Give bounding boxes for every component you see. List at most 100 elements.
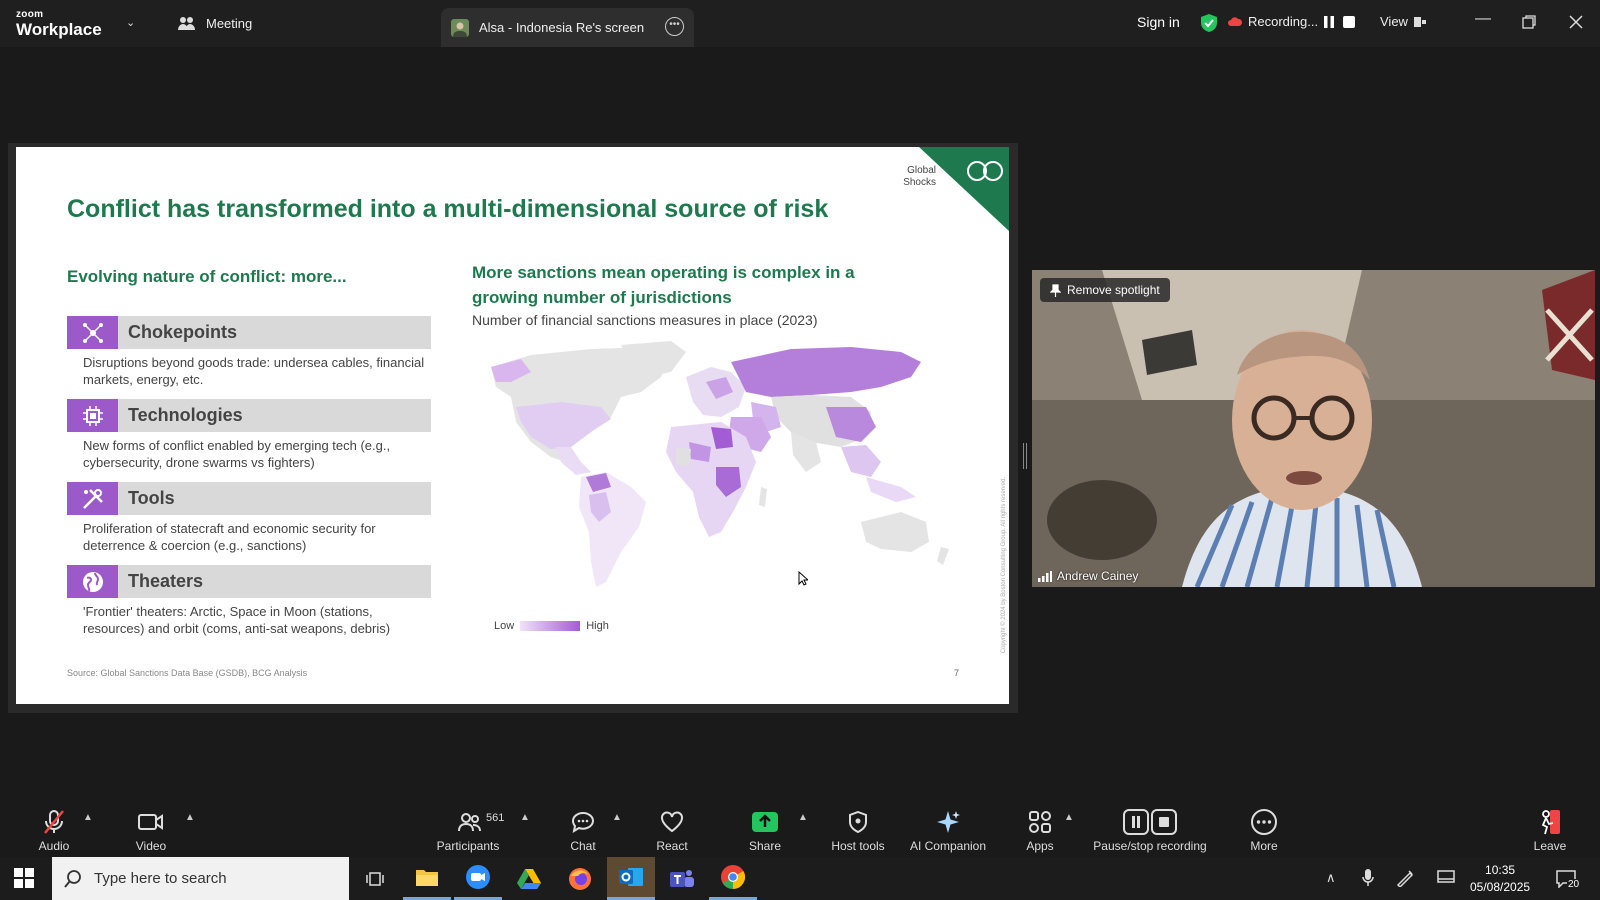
search-icon <box>64 869 81 888</box>
sparkle-icon <box>937 811 960 833</box>
audio-label: Audio <box>38 839 70 853</box>
item-bar: Technologies <box>67 399 431 432</box>
stop-recording-icon[interactable] <box>1342 15 1356 29</box>
panel-resize-handle[interactable] <box>1023 443 1027 469</box>
network-nodes-icon <box>67 316 118 349</box>
restore-icon[interactable] <box>1522 15 1536 29</box>
tray-microphone-icon[interactable] <box>1362 869 1374 887</box>
tray-pen-icon[interactable] <box>1396 869 1414 887</box>
participant-name: Andrew Cainey <box>1057 569 1139 583</box>
video-button[interactable]: Video <box>130 807 172 853</box>
pause-stop-icon <box>1123 809 1177 835</box>
google-drive-icon[interactable] <box>505 857 553 900</box>
recording-indicator[interactable]: Recording... <box>1228 14 1318 29</box>
sign-in-button[interactable]: Sign in <box>1137 14 1180 30</box>
pin-icon <box>1050 283 1061 297</box>
item-label: Technologies <box>128 405 243 425</box>
audio-options-caret-icon[interactable]: ▲ <box>83 812 93 823</box>
global-shocks-label: Global Shocks <box>903 165 936 189</box>
participants-icon <box>458 813 481 832</box>
tab-shared-screen[interactable]: Alsa - Indonesia Re's screen ••• <box>441 8 694 47</box>
clock-date: 05/08/2025 <box>1470 880 1531 894</box>
share-button[interactable]: Share <box>745 807 785 853</box>
windows-taskbar: Type here to search ∧ 10:35 05/08/2025 2… <box>0 857 1600 900</box>
item-description: New forms of conflict enabled by emergin… <box>83 438 391 470</box>
speaker-video-feed <box>1032 270 1595 587</box>
encryption-shield-icon[interactable] <box>1200 13 1218 33</box>
slide-copyright: Copyright © 2024 by Boston Consulting Gr… <box>1001 477 1007 654</box>
remove-spotlight-button[interactable]: Remove spotlight <box>1040 278 1170 302</box>
taskbar-clock[interactable]: 10:35 05/08/2025 <box>1470 862 1530 896</box>
more-icon <box>1251 809 1277 835</box>
clock-time: 10:35 <box>1485 863 1516 877</box>
tray-display-icon[interactable] <box>1437 870 1455 886</box>
world-sanctions-map <box>491 341 949 587</box>
share-options-caret-icon[interactable]: ▲ <box>798 812 808 823</box>
muted-microphone-icon <box>44 810 64 834</box>
chat-icon <box>571 812 595 833</box>
view-menu-button[interactable]: View <box>1380 14 1426 29</box>
chat-options-caret-icon[interactable]: ▲ <box>612 812 622 823</box>
ai-companion-button[interactable]: AI Companion <box>906 807 990 853</box>
apps-options-caret-icon[interactable]: ▲ <box>1064 812 1074 823</box>
mouse-cursor-icon <box>798 571 808 586</box>
pause-stop-recording-button[interactable]: Pause/stop recording <box>1088 807 1212 853</box>
leave-button[interactable]: Leave <box>1530 807 1570 853</box>
leave-icon <box>1541 810 1560 835</box>
react-button[interactable]: React <box>652 807 692 853</box>
avatar-icon <box>451 18 469 37</box>
chevron-down-icon[interactable]: ⌄ <box>126 16 135 29</box>
participants-options-caret-icon[interactable]: ▲ <box>520 812 530 823</box>
host-shield-icon <box>849 811 867 833</box>
firefox-icon[interactable] <box>556 857 604 900</box>
camera-icon <box>138 814 163 830</box>
file-explorer-icon[interactable] <box>403 857 451 900</box>
taskbar-search-box[interactable]: Type here to search <box>52 857 349 900</box>
chip-icon <box>67 399 118 432</box>
search-placeholder: Type here to search <box>94 870 227 887</box>
close-icon[interactable] <box>1569 15 1583 29</box>
pause-recording-icon[interactable] <box>1322 15 1336 29</box>
item-theaters: Theaters 'Frontier' theaters: Arctic, Sp… <box>67 565 431 637</box>
tray-overflow-chevron-icon[interactable]: ∧ <box>1326 870 1336 886</box>
more-options-icon[interactable]: ••• <box>665 17 684 36</box>
item-label: Chokepoints <box>128 322 238 342</box>
item-technologies: Technologies New forms of conflict enabl… <box>67 399 431 471</box>
signal-strength-icon <box>1038 570 1052 582</box>
ai-companion-label: AI Companion <box>909 839 987 853</box>
remove-spotlight-label: Remove spotlight <box>1067 283 1160 297</box>
slide-source: Source: Global Sanctions Data Base (GSDB… <box>67 668 308 678</box>
title-bar: zoom Workplace ⌄ Meeting Alsa - Indonesi… <box>0 0 1600 47</box>
outlook-icon[interactable] <box>607 857 655 900</box>
item-chokepoints: Chokepoints Disruptions beyond goods tra… <box>67 316 431 388</box>
chrome-icon[interactable] <box>709 857 757 900</box>
teams-icon[interactable] <box>658 857 706 900</box>
minimize-icon[interactable]: — <box>1475 10 1491 28</box>
map-legend: Low High <box>494 620 609 632</box>
video-options-caret-icon[interactable]: ▲ <box>185 812 195 823</box>
cloud-record-icon <box>1228 16 1242 26</box>
more-button[interactable]: More <box>1244 807 1284 853</box>
item-description: Proliferation of statecraft and economic… <box>83 521 376 553</box>
corner-triangle <box>919 147 1009 231</box>
people-icon <box>178 16 195 30</box>
host-tools-button[interactable]: Host tools <box>826 807 890 853</box>
zoom-app-icon[interactable] <box>454 857 502 900</box>
item-bar: Theaters <box>67 565 431 598</box>
left-heading: Evolving nature of conflict: more... <box>67 267 347 286</box>
participant-video-tile[interactable]: Remove spotlight Andrew Cainey <box>1032 270 1595 587</box>
task-view-icon[interactable] <box>351 857 399 900</box>
participant-name-tag: Andrew Cainey <box>1038 569 1138 583</box>
item-tools: Tools Proliferation of statecraft and ec… <box>67 482 431 554</box>
tab-meeting[interactable]: Meeting <box>178 0 252 47</box>
tools-icon <box>67 482 118 515</box>
slide-title: Conflict has transformed into a multi-di… <box>67 195 829 223</box>
windows-start-icon[interactable] <box>14 868 34 888</box>
chat-button[interactable]: Chat <box>563 807 603 853</box>
apps-button[interactable]: Apps <box>1020 807 1060 853</box>
view-layout-icon <box>1413 16 1426 27</box>
corner-label-line1: Global <box>907 165 936 176</box>
participants-label: Participants <box>436 839 500 853</box>
audio-button[interactable]: Audio <box>34 807 74 853</box>
react-label: React <box>656 839 688 853</box>
